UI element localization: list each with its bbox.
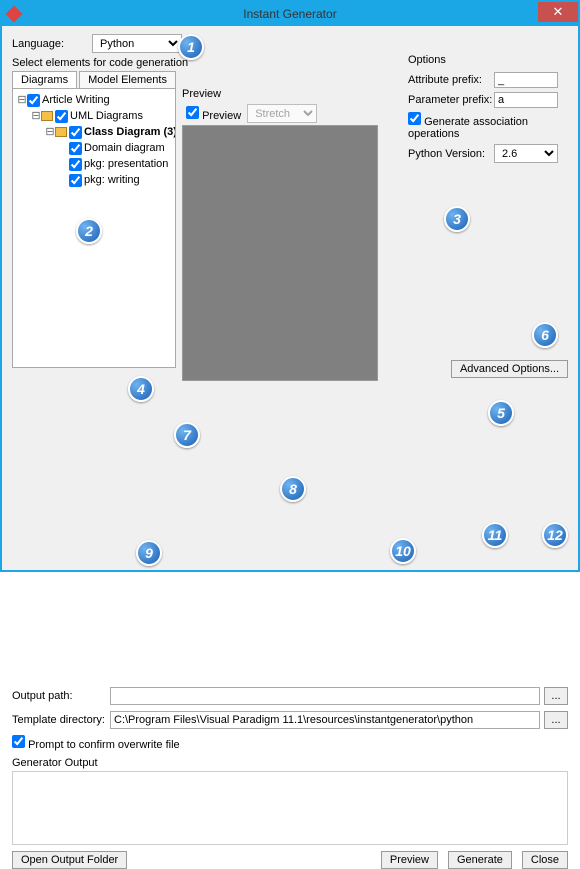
folder-icon [55, 127, 67, 137]
options-label: Options [408, 54, 568, 66]
param-prefix-input[interactable] [494, 92, 558, 108]
checkbox[interactable] [69, 142, 82, 155]
tree-node-class-diagram[interactable]: ⊟Class Diagram (3) Domain diagram pkg: p… [45, 124, 173, 188]
preview-image [182, 125, 378, 381]
options-group: Options Attribute prefix: Parameter pref… [408, 54, 568, 167]
template-dir-browse-button[interactable]: ... [544, 711, 568, 729]
content: Language: Python Select elements for cod… [4, 28, 576, 568]
output-path-label: Output path: [12, 690, 106, 702]
titlebar[interactable]: Instant Generator ✕ [2, 2, 578, 26]
tree-node-article-writing[interactable]: ⊟Article Writing ⊟UML Diagrams ⊟Class Di… [17, 92, 173, 188]
window-title: Instant Generator [243, 7, 336, 21]
tree-panel[interactable]: ⊟Article Writing ⊟UML Diagrams ⊟Class Di… [12, 88, 176, 368]
attr-prefix-label: Attribute prefix: [408, 74, 494, 86]
select-elements-label: Select elements for code generation [12, 57, 188, 69]
generator-output [12, 771, 568, 845]
close-icon: ✕ [553, 4, 564, 20]
prompt-checkbox[interactable]: Prompt to confirm overwrite file [12, 739, 180, 751]
tree-node-writing[interactable]: pkg: writing [59, 172, 173, 188]
output-path-input[interactable] [110, 687, 540, 705]
checkbox[interactable] [69, 126, 82, 139]
preview-panel: Preview Preview Stretch [182, 88, 378, 381]
py-version-label: Python Version: [408, 148, 494, 160]
language-select[interactable]: Python [92, 34, 182, 53]
close-button[interactable]: ✕ [538, 2, 578, 22]
bottom-buttons: Open Output Folder Preview Generate Clos… [12, 851, 568, 869]
checkbox[interactable] [55, 110, 68, 123]
gen-assoc-checkbox[interactable]: Generate association operations [408, 112, 568, 140]
checkbox[interactable] [69, 158, 82, 171]
preview-mode-select[interactable]: Stretch [247, 104, 317, 123]
preview-controls: Preview Stretch [182, 102, 378, 125]
preview-button[interactable]: Preview [381, 851, 438, 869]
tree-node-uml-diagrams[interactable]: ⊟UML Diagrams ⊟Class Diagram (3) Domain … [31, 108, 173, 188]
app-icon [6, 6, 23, 23]
checkbox[interactable] [27, 94, 40, 107]
preview-group-label: Preview [182, 88, 378, 100]
tab-model-elements[interactable]: Model Elements [79, 71, 176, 88]
template-dir-label: Template directory: [12, 714, 106, 726]
window: Instant Generator ✕ Language: Python Sel… [0, 0, 580, 572]
close-button-bottom[interactable]: Close [522, 851, 568, 869]
template-dir-input[interactable] [110, 711, 540, 729]
generator-output-label: Generator Output [12, 757, 568, 769]
folder-icon [41, 111, 53, 121]
preview-checkbox[interactable]: Preview [186, 106, 241, 122]
tree-node-presentation[interactable]: pkg: presentation [59, 156, 173, 172]
checkbox[interactable] [69, 174, 82, 187]
tree-node-domain[interactable]: Domain diagram [59, 140, 173, 156]
tab-diagrams[interactable]: Diagrams [12, 71, 77, 88]
template-dir-row: Template directory: ... [12, 711, 568, 729]
param-prefix-label: Parameter prefix: [408, 94, 494, 106]
output-path-browse-button[interactable]: ... [544, 687, 568, 705]
py-version-select[interactable]: 2.6 [494, 144, 558, 163]
generate-button[interactable]: Generate [448, 851, 512, 869]
output-path-row: Output path: ... [12, 687, 568, 705]
attr-prefix-input[interactable] [494, 72, 558, 88]
advanced-options-button[interactable]: Advanced Options... [451, 360, 568, 378]
language-row: Language: Python [12, 34, 568, 53]
prompt-row: Prompt to confirm overwrite file [12, 735, 568, 751]
open-output-folder-button[interactable]: Open Output Folder [12, 851, 127, 869]
language-label: Language: [12, 38, 64, 50]
